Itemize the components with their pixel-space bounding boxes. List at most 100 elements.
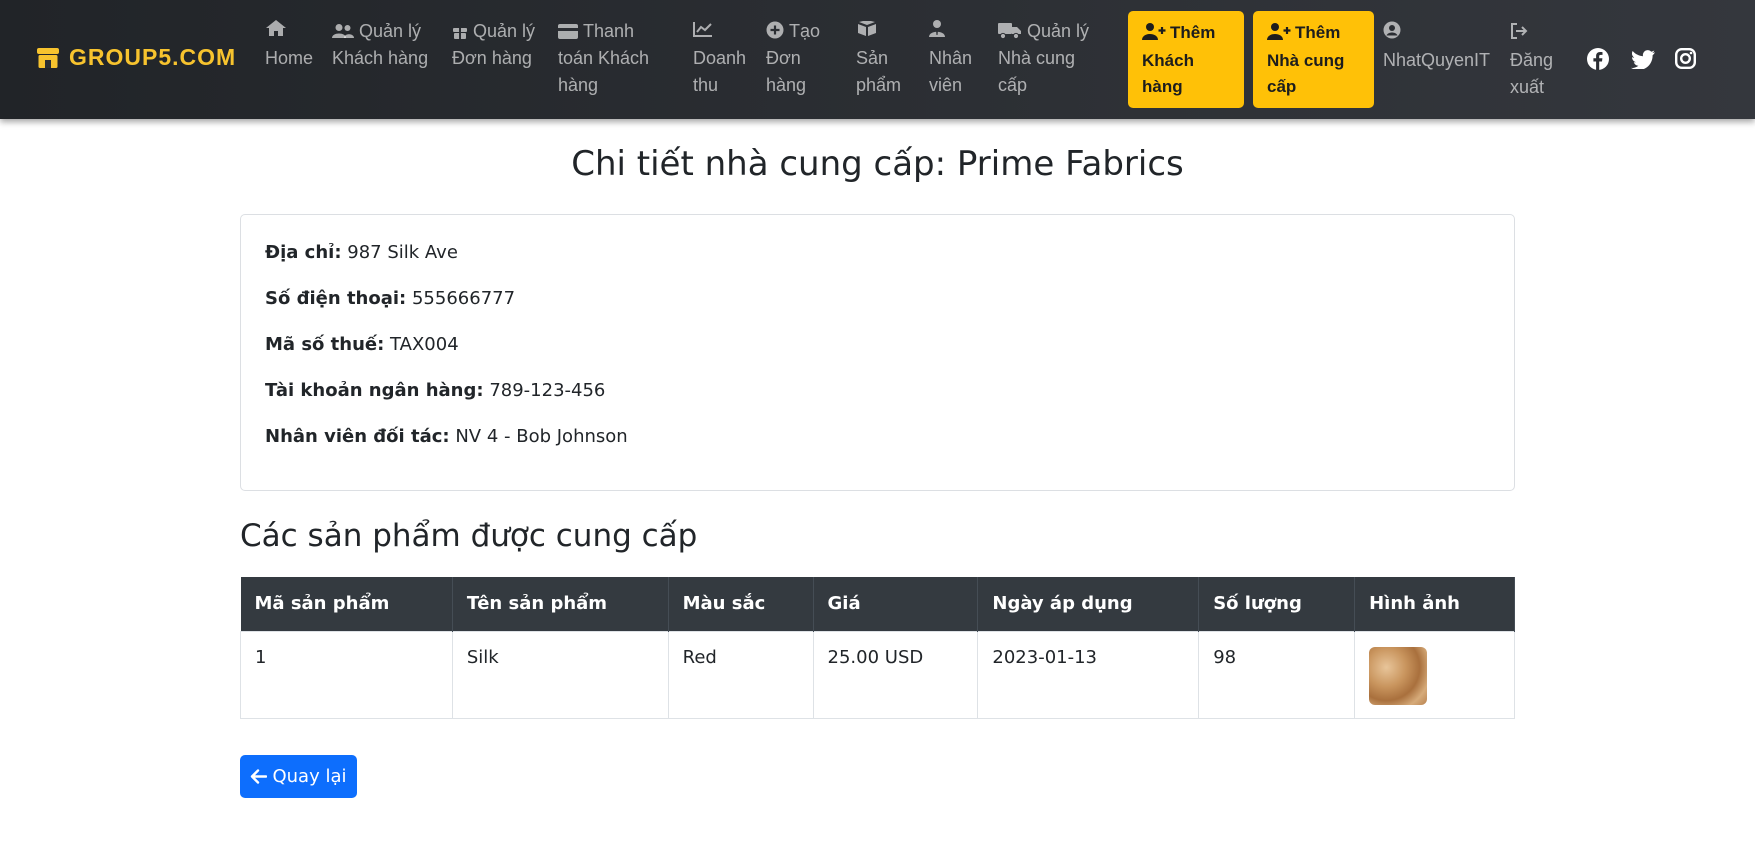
users-icon xyxy=(332,23,354,39)
nav-logout-line2: xuất xyxy=(1510,77,1545,97)
add-customer-button[interactable]: Thêm Khách hàng xyxy=(1128,11,1244,108)
nav-customers[interactable]: Quản lý Khách hàng xyxy=(332,18,428,72)
user-tie-icon xyxy=(929,20,945,37)
arrow-left-icon xyxy=(251,769,268,784)
facebook-icon[interactable] xyxy=(1587,48,1609,74)
nav-orders-line2: Đơn hàng xyxy=(452,48,532,68)
boxes-icon xyxy=(858,20,876,36)
nav-revenue[interactable]: Doanh thu xyxy=(693,18,746,99)
col-header-price: Giá xyxy=(813,577,979,631)
gift-box-icon xyxy=(452,23,468,39)
user-plus-icon xyxy=(1267,22,1291,48)
nav-home[interactable]: Home xyxy=(265,18,313,72)
add-supplier-line2: Nhà cung xyxy=(1267,51,1345,70)
supplier-phone: Số điện thoại: 555666777 xyxy=(265,288,515,309)
back-button-label: Quay lại xyxy=(272,766,347,787)
brand-logo[interactable]: GROUP5.COM xyxy=(36,44,236,71)
partner-value: NV 4 - Bob Johnson xyxy=(455,426,628,447)
nav-customers-line1: Quản lý xyxy=(359,21,422,41)
truck-icon xyxy=(998,22,1022,39)
nav-employees-line2: viên xyxy=(929,75,963,95)
nav-payments-line1: Thanh xyxy=(583,21,635,41)
bank-label: Tài khoản ngân hàng: xyxy=(265,380,484,401)
brand-name: GROUP5.COM xyxy=(69,44,237,70)
nav-logout[interactable]: Đăng xuất xyxy=(1510,20,1553,101)
table-header-row: Mã sản phẩm Tên sản phẩm Màu sắc Giá Ngà… xyxy=(240,577,1515,631)
twitter-icon[interactable] xyxy=(1631,50,1655,73)
nav-revenue-line2: thu xyxy=(693,75,719,95)
nav-payments-line2: toán Khách xyxy=(558,48,650,68)
user-plus-icon xyxy=(1142,22,1166,48)
tax-value: TAX004 xyxy=(390,334,459,355)
cell-date: 2023-01-13 xyxy=(977,630,1200,719)
supplier-info-card: Địa chỉ: 987 Silk Ave Số điện thoại: 555… xyxy=(240,214,1515,491)
col-header-date: Ngày áp dụng xyxy=(977,577,1200,631)
back-button[interactable]: Quay lại xyxy=(240,755,357,798)
cell-image xyxy=(1354,630,1515,719)
nav-suppliers-line2: Nhà cung xyxy=(998,48,1076,68)
nav-products[interactable]: Sản phẩm xyxy=(856,18,901,99)
bank-value: 789-123-456 xyxy=(489,380,606,401)
nav-products-line1: Sản xyxy=(856,48,889,68)
supplier-tax: Mã số thuế: TAX004 xyxy=(265,334,459,355)
house-icon xyxy=(266,20,286,36)
nav-suppliers-line1: Quản lý xyxy=(1027,21,1090,41)
col-header-product-name: Tên sản phẩm xyxy=(452,577,669,631)
nav-create-order-line1: Tạo xyxy=(789,21,821,41)
nav-orders[interactable]: Quản lý Đơn hàng xyxy=(452,18,535,72)
nav-create-order-line2: Đơn xyxy=(766,48,801,68)
col-header-color: Màu sắc xyxy=(668,577,814,631)
nav-logout-line1: Đăng xyxy=(1510,50,1554,70)
nav-create-order-line3: hàng xyxy=(766,75,807,95)
user-circle-icon xyxy=(1383,21,1401,39)
nav-revenue-line1: Doanh xyxy=(693,48,747,68)
nav-products-line2: phẩm xyxy=(856,75,902,95)
add-customer-line3: hàng xyxy=(1142,77,1183,96)
product-image[interactable] xyxy=(1369,646,1428,705)
nav-payments-line3: hàng xyxy=(558,75,599,95)
supplier-partner: Nhân viên đối tác: NV 4 - Bob Johnson xyxy=(265,426,628,447)
address-label: Địa chỉ: xyxy=(265,242,342,263)
products-section-title: Các sản phẩm được cung cấp xyxy=(240,518,698,554)
col-header-image: Hình ảnh xyxy=(1354,577,1515,631)
cell-product-name: Silk xyxy=(451,630,669,719)
nav-suppliers-line3: cấp xyxy=(998,75,1028,95)
table-row: 1 Silk Red 25.00 USD 2023-01-13 98 xyxy=(240,630,1515,719)
add-supplier-line1: Thêm xyxy=(1295,23,1341,42)
products-table: Mã sản phẩm Tên sản phẩm Màu sắc Giá Ngà… xyxy=(240,577,1515,719)
nav-customers-line2: Khách hàng xyxy=(332,48,429,68)
supplier-address: Địa chỉ: 987 Silk Ave xyxy=(265,242,458,263)
add-customer-line1: Thêm xyxy=(1170,23,1216,42)
plus-circle-icon xyxy=(766,21,784,39)
add-supplier-line3: cấp xyxy=(1267,77,1297,96)
nav-home-label: Home xyxy=(265,48,314,68)
nav-user-label: NhatQuyenIT xyxy=(1383,50,1491,70)
sign-out-icon xyxy=(1511,23,1528,39)
add-customer-line2: Khách xyxy=(1142,51,1194,70)
nav-employees[interactable]: Nhân viên xyxy=(929,18,972,99)
phone-value: 555666777 xyxy=(411,288,516,309)
phone-label: Số điện thoại: xyxy=(265,288,407,309)
cell-product-id: 1 xyxy=(240,630,453,719)
cell-quantity: 98 xyxy=(1198,630,1356,719)
supplier-bank: Tài khoản ngân hàng: 789-123-456 xyxy=(265,380,605,401)
address-value: 987 Silk Ave xyxy=(347,242,458,263)
credit-card-icon xyxy=(558,24,578,39)
nav-payments[interactable]: Thanh toán Khách hàng xyxy=(558,18,649,99)
store-icon xyxy=(37,47,59,68)
nav-orders-line1: Quản lý xyxy=(473,21,536,41)
cell-color: Red xyxy=(667,630,814,719)
col-header-product-id: Mã sản phẩm xyxy=(240,577,453,631)
instagram-icon[interactable] xyxy=(1675,48,1697,73)
top-navbar: GROUP5.COM Home Quản lý Khách hàng Quản … xyxy=(0,0,1755,119)
nav-create-order[interactable]: Tạo Đơn hàng xyxy=(766,18,820,99)
nav-employees-line1: Nhân xyxy=(929,48,973,68)
cell-price: 25.00 USD xyxy=(812,630,979,719)
page-title: Chi tiết nhà cung cấp: Prime Fabrics xyxy=(571,144,1184,184)
tax-label: Mã số thuế: xyxy=(265,334,385,355)
nav-user[interactable]: NhatQuyenIT xyxy=(1383,20,1490,74)
nav-suppliers[interactable]: Quản lý Nhà cung cấp xyxy=(998,18,1089,99)
partner-label: Nhân viên đối tác: xyxy=(265,426,450,447)
add-supplier-button[interactable]: Thêm Nhà cung cấp xyxy=(1253,11,1374,108)
chart-line-icon xyxy=(693,22,712,37)
